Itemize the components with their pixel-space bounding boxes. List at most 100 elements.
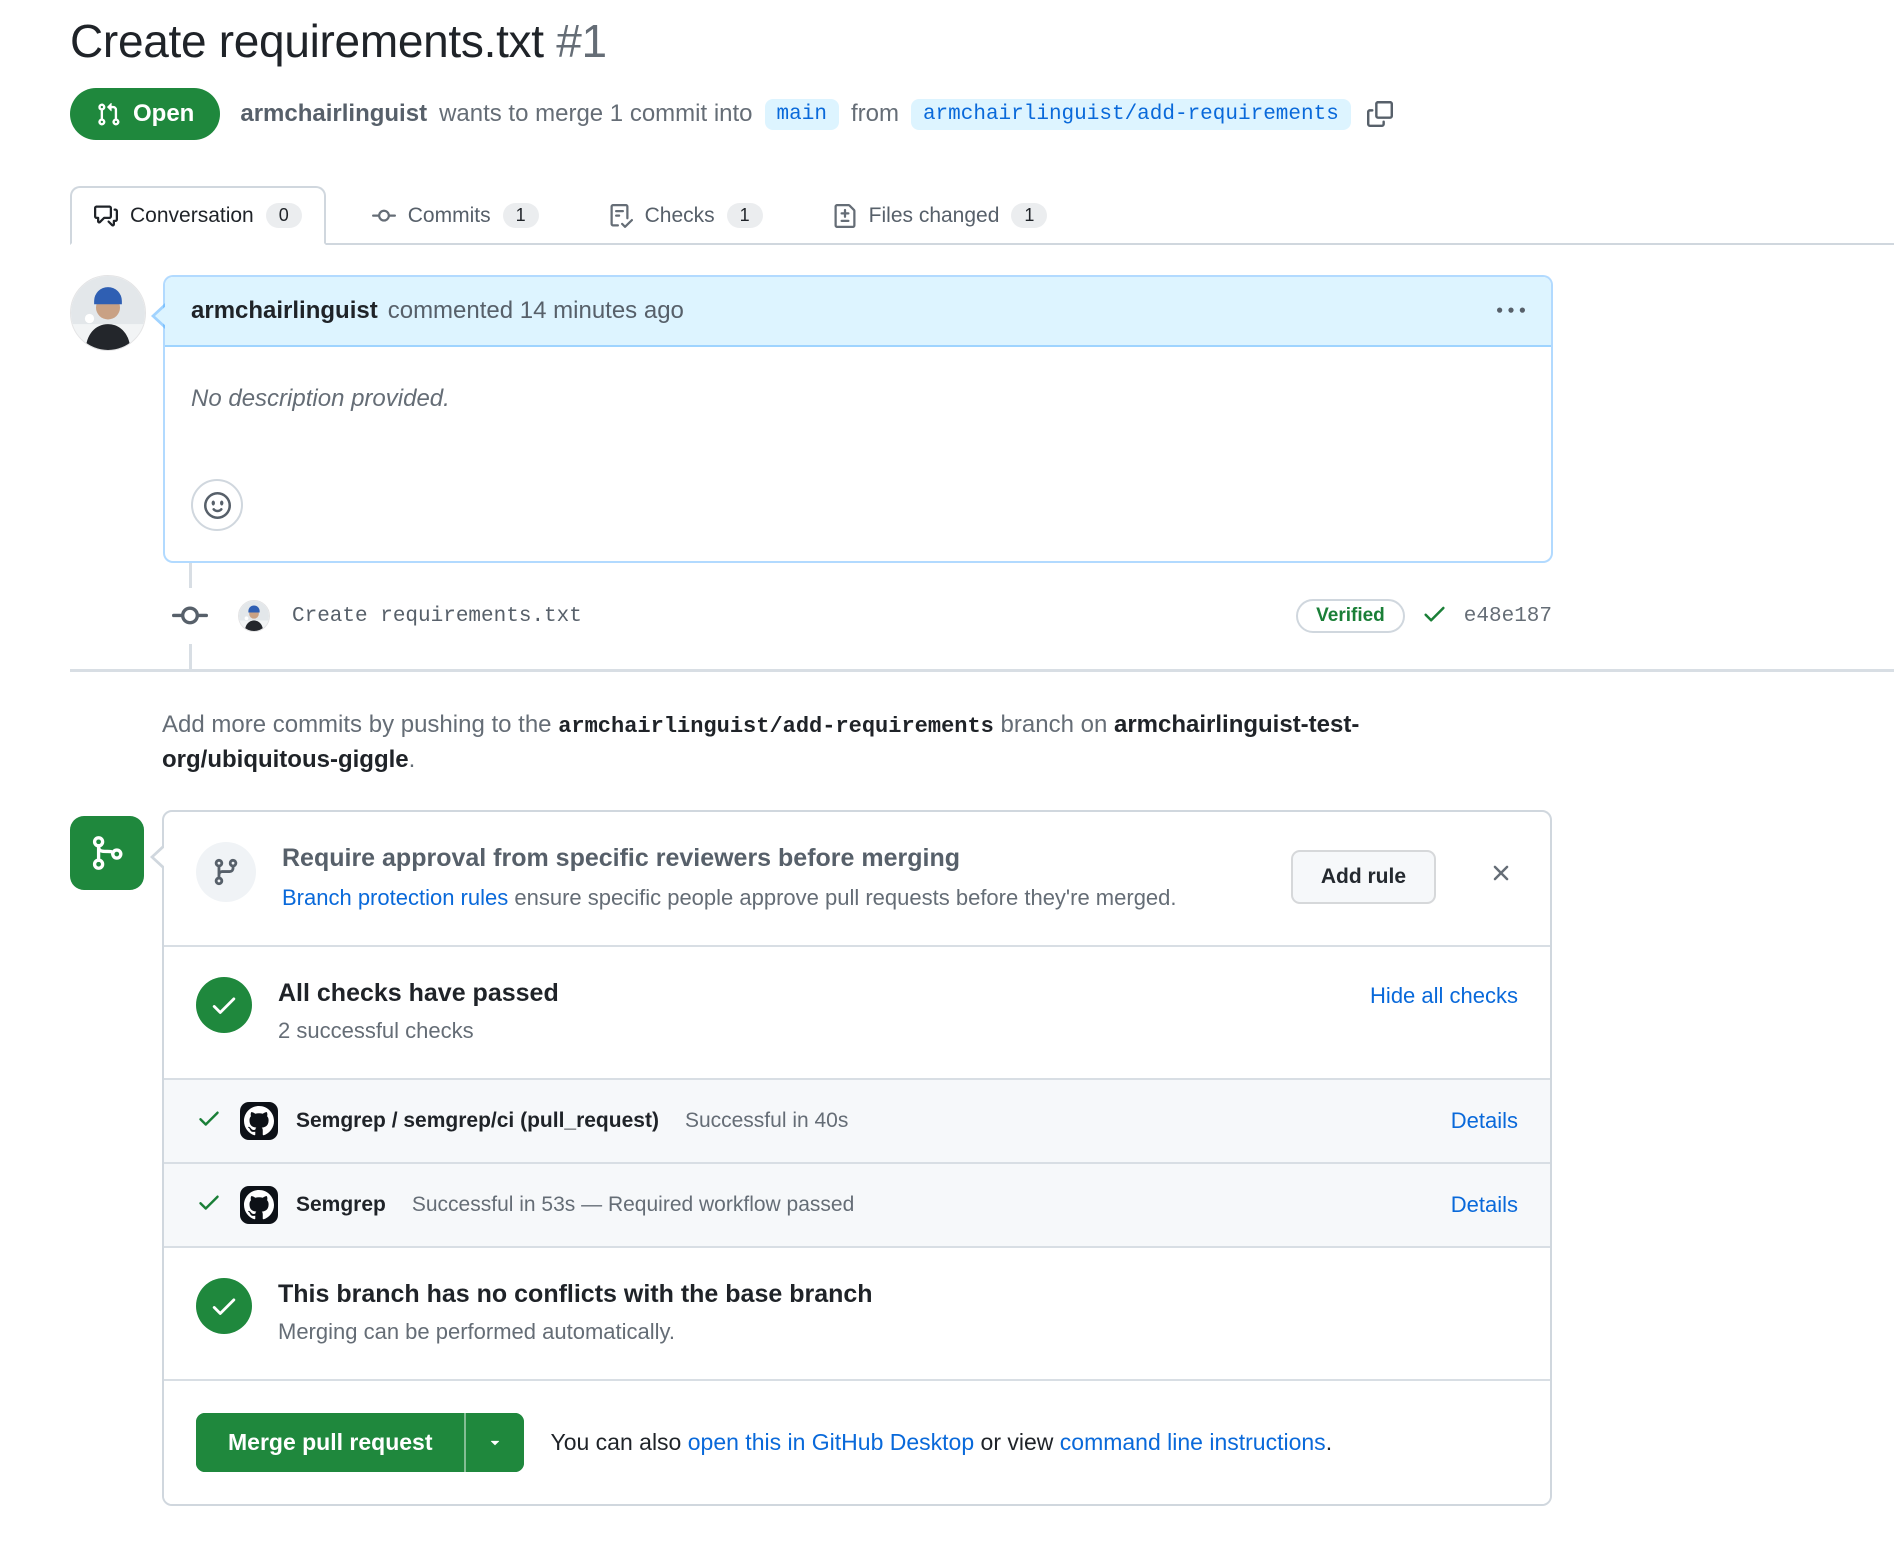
no-conflicts-icon [196,1278,252,1334]
github-desktop-link[interactable]: open this in GitHub Desktop [688,1429,974,1455]
hide-all-checks-link[interactable]: Hide all checks [1370,983,1518,1009]
rule-texts: Require approval from specific reviewers… [282,842,1265,911]
check-success-icon [196,1105,222,1137]
commit-check-icon [1421,600,1448,632]
checks-summary-texts: All checks have passed 2 successful chec… [278,977,1344,1044]
check-details-link[interactable]: Details [1451,1192,1518,1218]
comment-meta: commented 14 minutes ago [388,297,684,325]
commit-row: Create requirements.txt Verified e48e187 [70,588,1552,644]
command-line-instructions-link[interactable]: command line instructions [1060,1429,1326,1455]
git-branch-icon [196,842,256,902]
check-status: Successful in 53s — Required workflow pa… [412,1193,854,1217]
pr-action-text: wants to merge 1 commit into [439,100,752,128]
copy-branch-button[interactable] [1367,101,1393,127]
comment-author-link[interactable]: armchairlinguist [191,297,378,325]
timeline-divider [70,669,1894,672]
branch-rule-section: Require approval from specific reviewers… [164,812,1550,945]
tab-label: Checks [645,204,715,228]
commit-timeline: Create requirements.txt Verified e48e187 [70,563,1552,669]
checks-subtitle: 2 successful checks [278,1018,1344,1044]
triangle-down-icon [486,1433,504,1451]
git-commit-marker-icon [172,588,208,644]
commit-sha-link[interactable]: e48e187 [1464,605,1552,628]
merge-gutter [70,810,162,890]
tab-commits[interactable]: Commits 1 [348,186,563,245]
branch-protection-rules-link[interactable]: Branch protection rules [282,885,508,910]
smiley-icon [204,492,231,519]
from-text: from [851,100,899,128]
author-avatar[interactable] [70,275,146,351]
tab-label: Files changed [869,204,1000,228]
check-success-icon [196,1189,222,1221]
check-status: Successful in 40s [685,1109,848,1133]
comment-discussion-icon [94,204,118,228]
alt-end-text: . [1326,1429,1332,1455]
tab-counter: 1 [727,203,763,228]
tab-counter: 0 [266,203,302,228]
file-diff-icon [833,204,857,228]
pr-status-row: Open armchairlinguist wants to merge 1 c… [70,88,1894,140]
copy-icon [1367,101,1393,127]
pr-description-comment: armchairlinguist commented 14 minutes ag… [70,275,1894,563]
git-pull-request-icon [96,102,121,127]
tab-label: Conversation [130,204,254,228]
merge-actions-section: Merge pull request You can also open thi… [164,1379,1550,1504]
mergeability-subtitle: Merging can be performed automatically. [278,1319,1518,1345]
add-rule-button[interactable]: Add rule [1291,850,1436,904]
pr-author-link[interactable]: armchairlinguist [240,100,427,128]
dismiss-rule-button[interactable] [1488,860,1514,886]
tab-checks[interactable]: Checks 1 [585,186,787,245]
push-note: Add more commits by pushing to the armch… [162,708,1522,778]
alt-mid-text: or view [981,1429,1054,1455]
pr-number: #1 [556,15,607,67]
pr-state-label: Open [133,100,194,128]
rule-subtitle: Branch protection rules ensure specific … [282,885,1265,911]
check-details-link[interactable]: Details [1451,1108,1518,1134]
tab-files-changed[interactable]: Files changed 1 [809,186,1072,245]
merge-status-area: Require approval from specific reviewers… [70,810,1894,1506]
check-row-semgrep-ci: Semgrep / semgrep/ci (pull_request) Succ… [164,1078,1550,1162]
checks-summary-section: All checks have passed 2 successful chec… [164,945,1550,1078]
comment-placeholder-text: No description provided. [191,385,450,412]
mergeability-section: This branch has no conflicts with the ba… [164,1246,1550,1379]
tab-conversation[interactable]: Conversation 0 [70,186,326,245]
checklist-icon [609,204,633,228]
merge-pull-request-button-group: Merge pull request [196,1413,524,1472]
base-branch-label[interactable]: main [765,99,839,130]
tab-counter: 1 [1011,203,1047,228]
checks-title: All checks have passed [278,977,1344,1008]
avatar-image [71,276,145,350]
merge-pull-request-button[interactable]: Merge pull request [196,1413,464,1472]
pr-tabs: Conversation 0 Commits 1 Checks 1 Files … [70,186,1894,245]
pr-page: Create requirements.txt #1 Open armchair… [0,0,1894,1506]
merge-alternatives-text: You can also open this in GitHub Desktop… [550,1429,1332,1456]
page-title: Create requirements.txt #1 [70,14,1894,68]
pr-state-badge: Open [70,88,220,140]
alt-pre-text: You can also [550,1429,681,1455]
head-branch-label[interactable]: armchairlinguist/add-requirements [911,99,1351,130]
verified-badge[interactable]: Verified [1296,599,1405,633]
push-note-mid: branch on [1001,711,1108,738]
git-branch-status-icon [70,816,144,890]
kebab-horizontal-icon [1497,297,1525,325]
mergeability-title: This branch has no conflicts with the ba… [278,1278,1518,1309]
merge-options-dropdown[interactable] [464,1413,524,1472]
commit-message-link[interactable]: Create requirements.txt [292,605,582,628]
tab-label: Commits [408,204,491,228]
commit-meta: Verified e48e187 [1296,599,1552,633]
check-name: Semgrep [296,1193,386,1217]
pr-title-text: Create requirements.txt [70,15,544,67]
comment-menu-button[interactable] [1497,297,1525,325]
comment-header: armchairlinguist commented 14 minutes ag… [165,277,1551,347]
merge-box: Require approval from specific reviewers… [162,810,1552,1506]
git-commit-icon [372,204,396,228]
mergeability-texts: This branch has no conflicts with the ba… [278,1278,1518,1345]
check-row-semgrep: Semgrep Successful in 53s — Required wor… [164,1162,1550,1246]
commit-author-avatar[interactable] [238,600,270,632]
add-reaction-button[interactable] [191,479,243,531]
rule-subtitle-text: ensure specific people approve pull requ… [514,885,1176,910]
close-icon [1488,860,1514,886]
check-name: Semgrep / semgrep/ci (pull_request) [296,1109,659,1133]
github-octocat-icon [240,1186,278,1224]
github-octocat-icon [240,1102,278,1140]
